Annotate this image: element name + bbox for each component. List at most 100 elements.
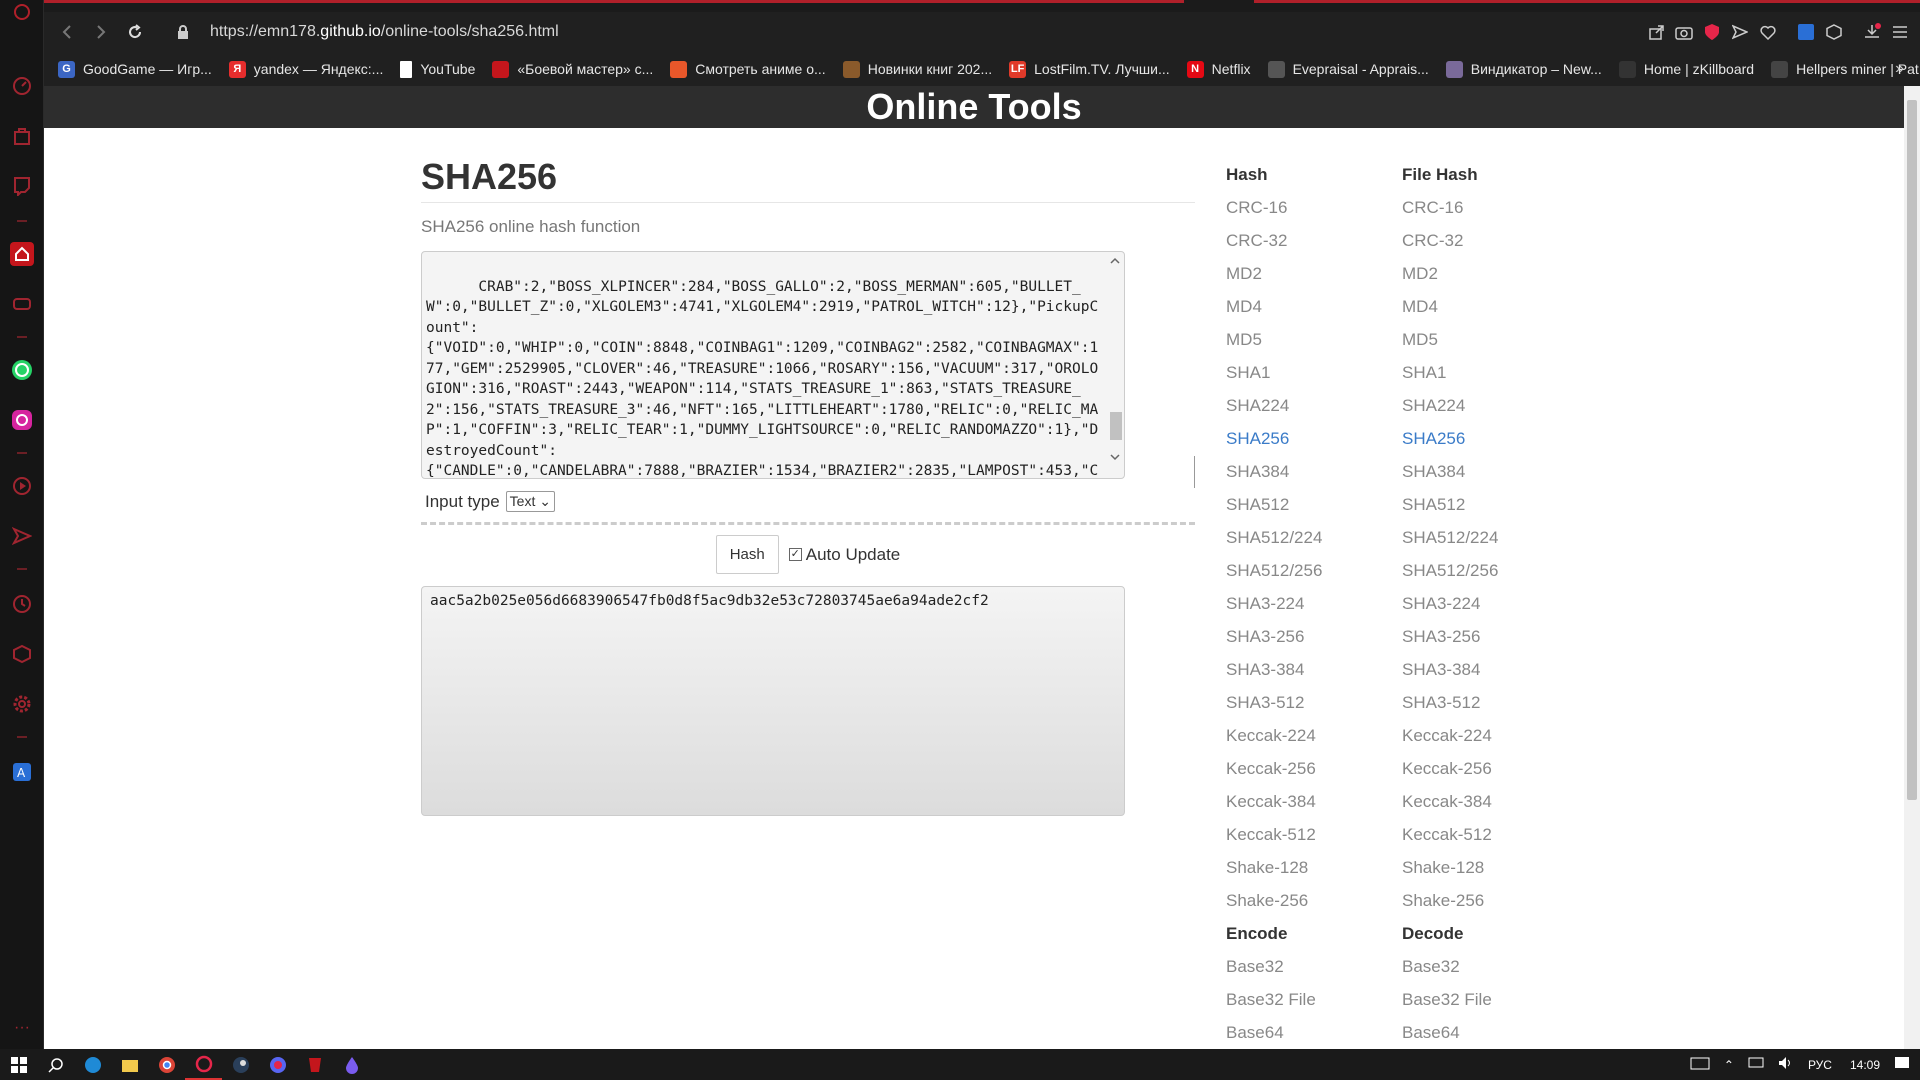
- bookmark-item[interactable]: LF LostFilm.TV. Лучши...: [1009, 60, 1170, 78]
- nav-link[interactable]: CRC-32: [1226, 224, 1322, 257]
- nav-link[interactable]: SHA3-384: [1226, 653, 1322, 686]
- edge-icon[interactable]: [74, 1049, 111, 1080]
- nav-link[interactable]: CRC-16: [1226, 191, 1322, 224]
- nav-link[interactable]: Shake-128: [1226, 851, 1322, 884]
- vpn-shield-icon[interactable]: [1702, 18, 1722, 46]
- nav-link[interactable]: SHA224: [1226, 389, 1322, 422]
- nav-link[interactable]: MD4: [1402, 290, 1498, 323]
- nav-link[interactable]: MD2: [1402, 257, 1498, 290]
- extensions-cube-icon[interactable]: [10, 642, 34, 666]
- page-scrollbar[interactable]: [1904, 86, 1920, 1049]
- nav-link[interactable]: SHA384: [1226, 455, 1322, 488]
- nav-link[interactable]: SHA3-256: [1226, 620, 1322, 653]
- nav-link[interactable]: SHA256: [1402, 422, 1498, 455]
- bookmark-item[interactable]: Home | zKillboard: [1618, 60, 1754, 78]
- notifications-icon[interactable]: [1894, 1056, 1910, 1073]
- nav-link[interactable]: CRC-16: [1402, 191, 1498, 224]
- nav-link[interactable]: SHA512/256: [1226, 554, 1322, 587]
- nav-link[interactable]: SHA3-224: [1402, 587, 1498, 620]
- nav-link[interactable]: SHA3-512: [1402, 686, 1498, 719]
- site-title[interactable]: Online Tools: [866, 86, 1081, 128]
- gamepad-icon[interactable]: [10, 292, 34, 316]
- nav-link[interactable]: Base32: [1226, 950, 1322, 983]
- nav-link[interactable]: SHA512: [1226, 488, 1322, 521]
- nav-link[interactable]: Base64: [1226, 1016, 1322, 1049]
- nav-link[interactable]: Keccak-224: [1402, 719, 1498, 752]
- output-textarea[interactable]: aac5a2b025e056d6683906547fb0d8f5ac9db32e…: [421, 586, 1125, 816]
- nav-link[interactable]: Keccak-256: [1226, 752, 1322, 785]
- opera-gx-icon[interactable]: [185, 1049, 222, 1080]
- app-drop-icon[interactable]: [333, 1049, 370, 1080]
- nav-link[interactable]: Base32: [1402, 950, 1498, 983]
- nav-link[interactable]: Keccak-256: [1402, 752, 1498, 785]
- bookmark-item[interactable]: N Netflix: [1186, 60, 1251, 78]
- keyboard-icon[interactable]: [1690, 1056, 1710, 1073]
- whatsapp-icon[interactable]: [10, 358, 34, 382]
- clock[interactable]: 14:09: [1850, 1058, 1880, 1072]
- nav-link[interactable]: MD5: [1226, 323, 1322, 356]
- nav-link[interactable]: SHA512/224: [1402, 521, 1498, 554]
- translate-ext-icon[interactable]: [1796, 18, 1816, 46]
- nav-link[interactable]: SHA224: [1402, 389, 1498, 422]
- flow-send-icon[interactable]: [1730, 18, 1750, 46]
- nav-link[interactable]: Shake-256: [1402, 884, 1498, 917]
- nav-link[interactable]: Keccak-512: [1402, 818, 1498, 851]
- forward-icon[interactable]: [84, 15, 118, 49]
- share-icon[interactable]: [1646, 18, 1666, 46]
- bookmark-item[interactable]: Яyandex — Яндекс:...: [228, 60, 383, 78]
- translate-icon[interactable]: A: [10, 760, 34, 784]
- auto-update-checkbox[interactable]: ✓ Auto Update: [788, 545, 900, 565]
- heart-icon[interactable]: [1758, 18, 1778, 46]
- game-launcher-icon[interactable]: [296, 1049, 333, 1080]
- chevron-up-icon[interactable]: ⌃: [1724, 1058, 1734, 1072]
- shopping-bag-icon[interactable]: [10, 124, 34, 148]
- hash-button[interactable]: Hash: [715, 535, 779, 574]
- player-icon[interactable]: [10, 474, 34, 498]
- input-type-select[interactable]: Text ⌄: [505, 491, 555, 512]
- nav-link[interactable]: MD2: [1226, 257, 1322, 290]
- file-explorer-icon[interactable]: [111, 1049, 148, 1080]
- nav-link[interactable]: Shake-256: [1226, 884, 1322, 917]
- volume-icon[interactable]: [1778, 1056, 1794, 1073]
- nav-link[interactable]: Keccak-384: [1226, 785, 1322, 818]
- nav-link[interactable]: SHA512: [1402, 488, 1498, 521]
- steam-icon[interactable]: [222, 1049, 259, 1080]
- nav-link[interactable]: MD5: [1402, 323, 1498, 356]
- send-icon[interactable]: [10, 524, 34, 548]
- url-field[interactable]: https://emn178.github.io/online-tools/sh…: [210, 23, 559, 41]
- nav-link[interactable]: SHA384: [1402, 455, 1498, 488]
- settings-gear-icon[interactable]: [10, 692, 34, 716]
- nav-link[interactable]: SHA3-256: [1402, 620, 1498, 653]
- bookmark-item[interactable]: Новинки книг 202...: [842, 60, 992, 78]
- nav-link[interactable]: Shake-128: [1402, 851, 1498, 884]
- speed-dial-icon[interactable]: [10, 74, 34, 98]
- checkbox-checked-icon[interactable]: ✓: [788, 548, 802, 561]
- more-icon[interactable]: ···: [10, 1016, 34, 1040]
- nav-link[interactable]: Base32 File: [1226, 983, 1322, 1016]
- nav-link[interactable]: SHA512/256: [1402, 554, 1498, 587]
- menu-icon[interactable]: [1890, 18, 1910, 46]
- bookmark-item[interactable]: Виндикатор – New...: [1445, 60, 1602, 78]
- twitch-icon[interactable]: [10, 174, 34, 198]
- nav-link[interactable]: Keccak-512: [1226, 818, 1322, 851]
- bookmark-item[interactable]: Смотреть аниме о...: [670, 60, 826, 78]
- discord-icon[interactable]: [259, 1049, 296, 1080]
- input-textarea[interactable]: CRAB":2,"BOSS_XLPINCER":284,"BOSS_GALLO"…: [421, 251, 1125, 479]
- nav-link[interactable]: Keccak-224: [1226, 719, 1322, 752]
- extensions-icon[interactable]: [1824, 18, 1844, 46]
- search-icon[interactable]: [37, 1049, 74, 1080]
- network-icon[interactable]: [1748, 1056, 1764, 1073]
- bookmarks-overflow-icon[interactable]: »: [1895, 60, 1904, 78]
- chrome-icon[interactable]: [148, 1049, 185, 1080]
- input-scrollbar[interactable]: [1108, 254, 1122, 464]
- page-scrollbar-thumb[interactable]: [1907, 100, 1917, 800]
- nav-link[interactable]: Keccak-384: [1402, 785, 1498, 818]
- bookmark-item[interactable]: Evepraisal - Apprais...: [1267, 60, 1429, 78]
- nav-link[interactable]: Base64: [1402, 1016, 1498, 1049]
- camera-icon[interactable]: [1674, 18, 1694, 46]
- nav-link[interactable]: SHA3-224: [1226, 587, 1322, 620]
- nav-link[interactable]: SHA1: [1226, 356, 1322, 389]
- nav-link[interactable]: SHA1: [1402, 356, 1498, 389]
- back-icon[interactable]: [50, 15, 84, 49]
- home-icon[interactable]: [10, 242, 34, 266]
